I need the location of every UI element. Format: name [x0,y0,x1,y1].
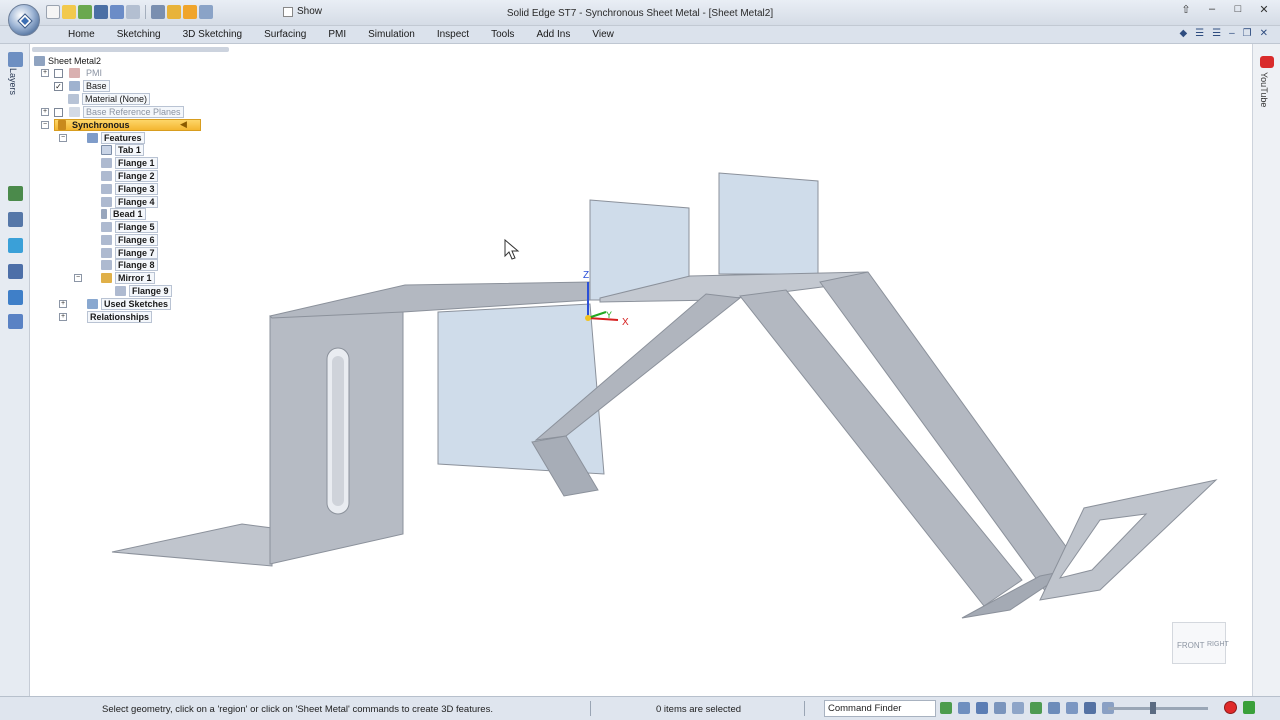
application-button[interactable] [8,4,40,36]
tab-pmi[interactable]: PMI [317,29,357,40]
open-icon[interactable] [62,5,76,19]
status-bar: Select geometry, click on a 'region' or … [0,696,1280,720]
tab-3d-sketching[interactable]: 3D Sketching [172,29,253,40]
open-2d-icon[interactable] [78,5,92,19]
quick-access-toolbar [46,5,213,19]
zoom-area-icon[interactable] [958,702,970,714]
layer-icon[interactable] [167,5,181,19]
tab-surfacing[interactable]: Surfacing [253,29,317,40]
view-tools [940,702,1114,714]
ribbon-right-controls: ◆ ☰ ☰ – ❐ ✕ [1179,28,1268,39]
toolbar-separator [145,5,146,19]
new-icon[interactable] [46,5,60,19]
view-cube-right-label[interactable]: RIGHT [1207,641,1229,648]
display-style-icon[interactable] [1084,702,1096,714]
view-cube-front-label[interactable]: FRONT [1177,641,1205,650]
tab-tools[interactable]: Tools [480,29,525,40]
ribbon-close-button[interactable]: ✕ [1260,28,1268,39]
record-icon[interactable] [1224,701,1237,714]
list-icon-2[interactable]: ☰ [1212,28,1221,39]
title-bar: Show Solid Edge ST7 - Synchronous Sheet … [0,0,1280,26]
sheet-metal-model[interactable]: Z X Y [0,44,1252,696]
tab-add-ins[interactable]: Add Ins [525,29,581,40]
x-axis-label: X [622,317,629,328]
status-separator [804,701,805,716]
rotate-icon[interactable] [1030,702,1042,714]
go-icon[interactable] [940,702,952,714]
save-icon[interactable] [94,5,108,19]
app-logo-icon [17,13,33,29]
selection-count: 0 items are selected [656,704,742,715]
z-axis-label: Z [583,270,589,281]
zoom-slider-thumb[interactable] [1150,702,1156,714]
command-finder-input[interactable]: Command Finder [824,700,936,717]
window-controls: ⇧ – □ ✕ [1180,3,1270,16]
youtube-icon[interactable] [1260,56,1274,68]
window-icon[interactable] [199,5,213,19]
view-cube[interactable]: FRONT RIGHT [1172,622,1229,664]
show-button[interactable]: Show [283,6,322,17]
vertical-flange-2 [718,172,819,275]
minimize-button[interactable]: – [1206,3,1218,16]
zoom-slider[interactable] [1108,707,1208,710]
right-platform [1039,479,1218,601]
triad-origin [585,315,591,321]
x-axis-line [587,317,619,321]
zoom-icon[interactable] [976,702,988,714]
left-base-flange [111,523,273,567]
mouse-cursor-icon [504,238,520,260]
center-hanging-panel [437,303,605,475]
sketch-view-icon[interactable] [1066,702,1078,714]
undo-icon[interactable] [110,5,124,19]
tab-home[interactable]: Home [57,29,106,40]
right-docking-bar: YouTube [1252,44,1280,696]
status-separator [590,701,591,716]
tab-sketching[interactable]: Sketching [106,29,172,40]
help-icon[interactable]: ⇧ [1180,3,1192,16]
y-axis-label: Y [606,310,612,320]
fit-icon[interactable] [994,702,1006,714]
show-label: Show [297,6,323,17]
highlight-icon[interactable] [183,5,197,19]
spin-icon[interactable] [1048,702,1060,714]
tab-view[interactable]: View [581,29,625,40]
tab-inspect[interactable]: Inspect [426,29,480,40]
pan-icon[interactable] [1012,702,1024,714]
select-icon[interactable] [151,5,165,19]
youtube-label: YouTube [1259,72,1269,108]
redo-icon[interactable] [126,5,140,19]
upload-icon[interactable] [1243,701,1255,714]
close-button[interactable]: ✕ [1258,3,1270,16]
list-icon[interactable]: ☰ [1195,28,1204,39]
ribbon-restore-button[interactable]: ❐ [1243,28,1252,39]
ribbon-minimize-button[interactable]: – [1229,28,1235,39]
diamond-icon[interactable]: ◆ [1179,28,1187,39]
ribbon-tab-bar: Home Sketching 3D Sketching Surfacing PM… [0,26,1280,44]
show-checkbox[interactable] [283,6,293,17]
tab-simulation[interactable]: Simulation [357,29,426,40]
status-message: Select geometry, click on a 'region' or … [102,704,493,715]
maximize-button[interactable]: □ [1232,3,1244,16]
